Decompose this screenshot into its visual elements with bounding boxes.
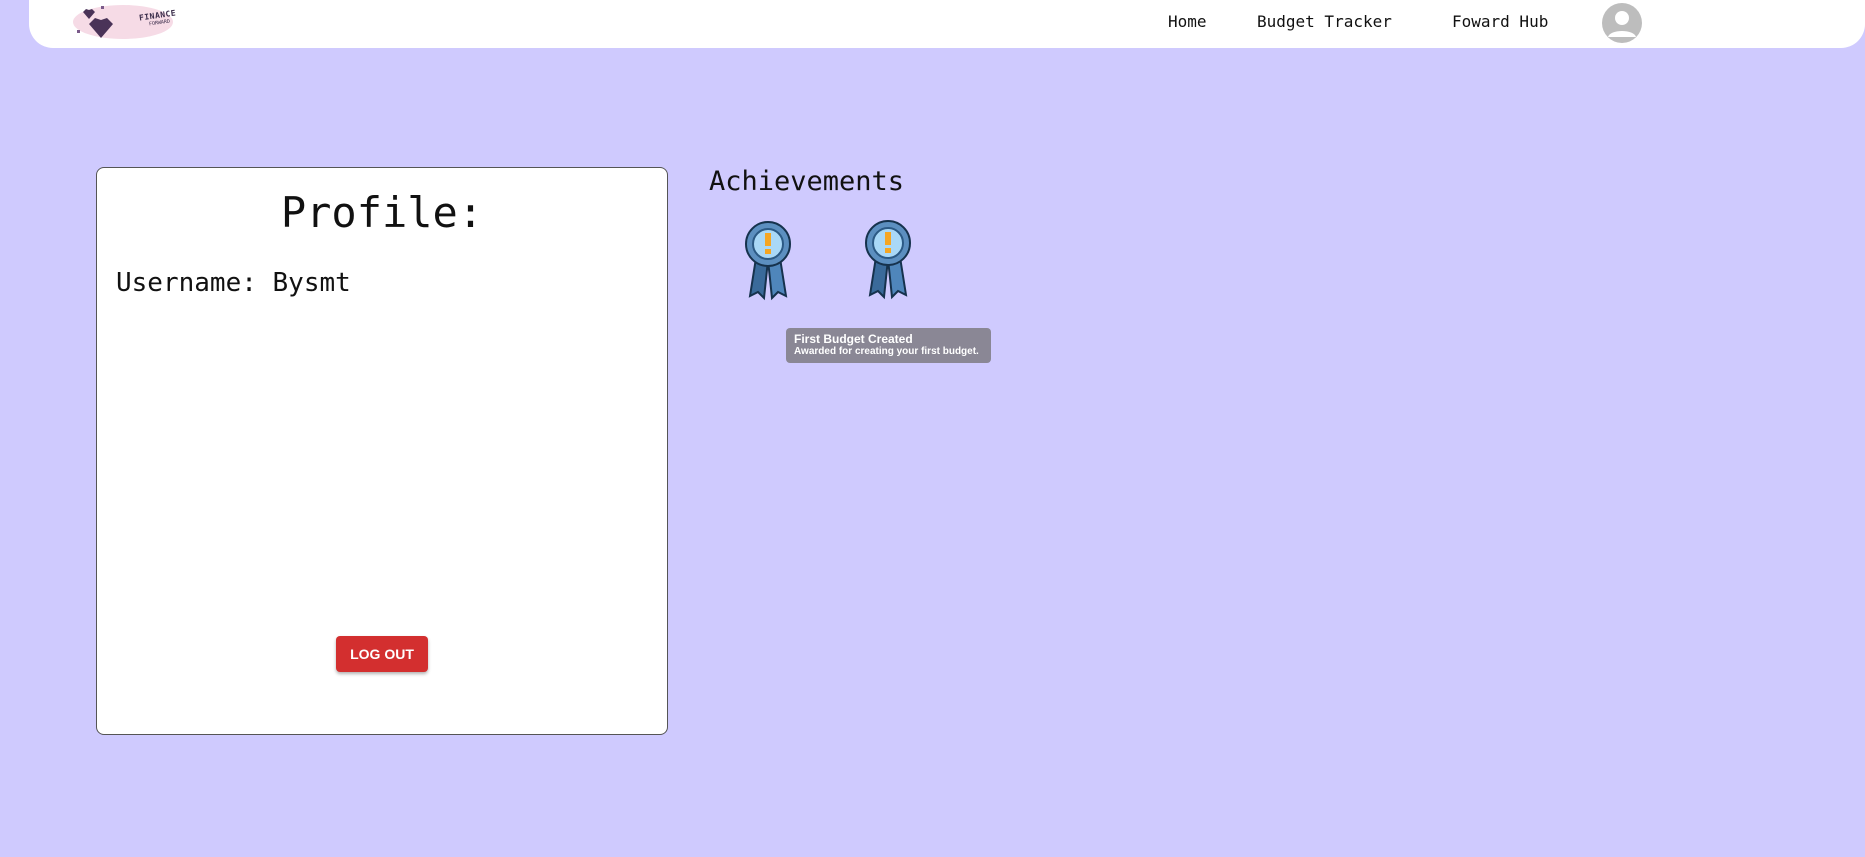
achievements-title: Achievements: [709, 166, 905, 197]
ribbon-medal-icon: [745, 221, 791, 301]
nav-foward-hub-link[interactable]: Foward Hub: [1452, 12, 1548, 31]
logout-button[interactable]: LOG OUT: [336, 636, 428, 672]
ribbon-medal-icon: [865, 220, 911, 300]
nav-budget-tracker-link[interactable]: Budget Tracker: [1257, 12, 1392, 31]
account-circle-icon: [1608, 11, 1636, 37]
nav-home-link[interactable]: Home: [1168, 12, 1207, 31]
profile-card: Profile: Username: Bysmt LOG OUT: [96, 167, 668, 735]
profile-title: Profile:: [280, 188, 484, 237]
finance-forward-logo[interactable]: FINANCE FORWARD: [65, 0, 185, 46]
achievement-badge[interactable]: [740, 220, 796, 304]
top-navbar: FINANCE FORWARD Home Budget Tracker Fowa…: [29, 0, 1865, 48]
tooltip-description: Awarded for creating your first budget.: [794, 346, 979, 357]
account-avatar-button[interactable]: [1602, 3, 1642, 43]
achievement-tooltip: First Budget Created Awarded for creatin…: [786, 328, 991, 363]
achievement-badge[interactable]: [860, 219, 916, 303]
tooltip-title: First Budget Created: [794, 332, 913, 346]
username-text: Username: Bysmt: [116, 268, 351, 298]
